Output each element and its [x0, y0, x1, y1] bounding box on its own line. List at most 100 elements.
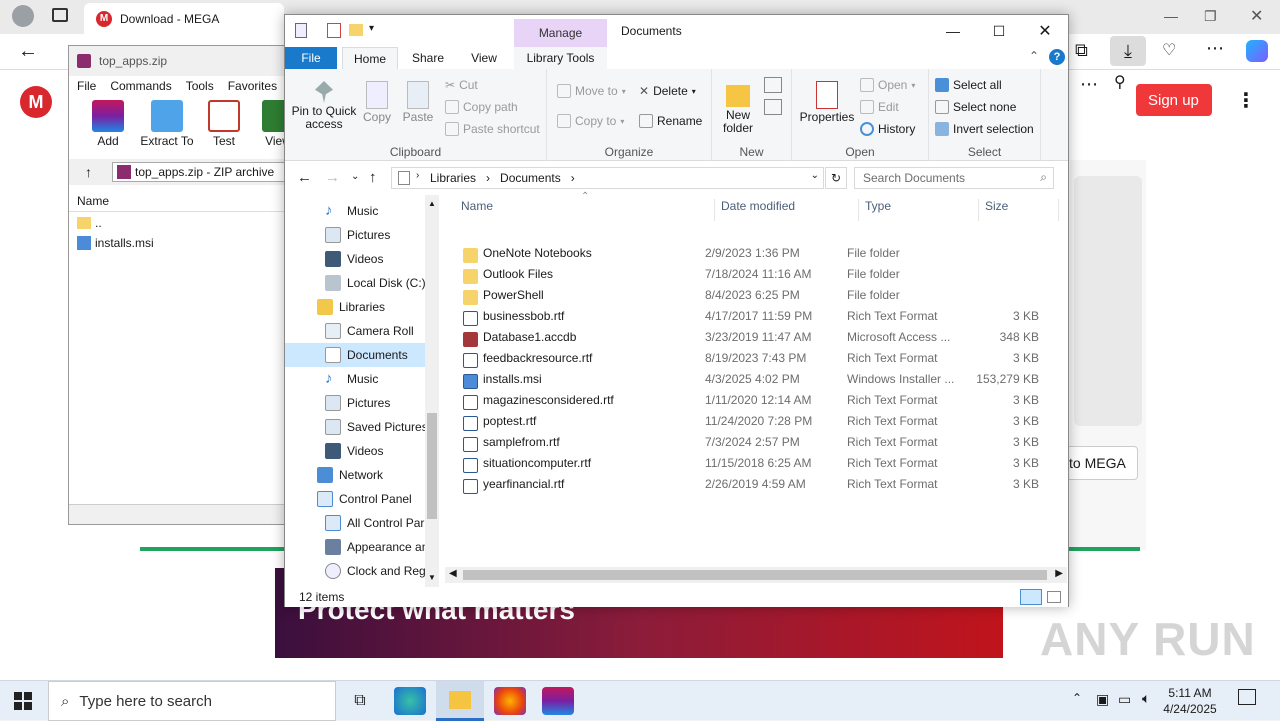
horizontal-scrollbar[interactable]: ◀ ▶ — [445, 567, 1067, 583]
list-item[interactable]: .. — [77, 213, 102, 233]
nav-item-clock-region[interactable]: Clock and Regi — [285, 559, 425, 583]
refresh-icon[interactable]: ↻ — [825, 167, 847, 189]
nav-item-saved-pictures[interactable]: Saved Pictures — [285, 415, 425, 439]
collapse-ribbon-icon[interactable]: ⌃ — [1029, 49, 1039, 63]
winrar-column-name[interactable]: Name — [69, 190, 297, 212]
browser-essentials-icon[interactable]: ♡ — [1162, 40, 1176, 60]
table-row[interactable]: Outlook Files 7/18/2024 11:16 AM File fold… — [443, 263, 1063, 284]
copy-path-button[interactable]: Copy path — [445, 97, 518, 117]
scroll-up-icon[interactable]: ▲ — [428, 199, 436, 208]
table-row[interactable]: samplefrom.rtf 7/3/2024 2:57 PM Rich Text … — [443, 431, 1063, 452]
copy-to-button[interactable]: Copy to ▾ — [557, 111, 624, 131]
tab-actions-icon[interactable] — [52, 8, 68, 22]
signup-button[interactable]: Sign up — [1136, 84, 1212, 116]
nav-item-pictures[interactable]: Pictures — [285, 223, 425, 247]
select-all-button[interactable]: Select all — [935, 75, 1002, 95]
profile-avatar[interactable] — [12, 5, 34, 27]
search-input[interactable]: Search Documents ⌕ — [854, 167, 1054, 189]
nav-item-all-control-panel[interactable]: All Control Par — [285, 511, 425, 535]
nav-item-pictures-lib[interactable]: Pictures — [285, 391, 425, 415]
tab-home[interactable]: Home — [342, 47, 398, 69]
minimize-button[interactable]: — — [930, 15, 976, 47]
network-tray-icon[interactable]: ▭ — [1118, 691, 1131, 708]
tab-library-tools[interactable]: Library Tools — [514, 47, 607, 69]
task-view-icon[interactable]: ⧉ — [344, 687, 376, 715]
browser-tab-mega[interactable]: M Download - MEGA — [84, 3, 284, 34]
properties-button[interactable]: Properties — [798, 77, 856, 124]
column-date-modified[interactable]: Date modified — [715, 199, 859, 221]
file-explorer-taskbar-icon[interactable] — [436, 681, 484, 721]
up-button[interactable]: ↑ — [369, 169, 377, 186]
table-row[interactable]: magazinesconsidered.rtf 1/11/2020 12:14 A… — [443, 389, 1063, 410]
browser-restore-button[interactable]: ❐ — [1204, 8, 1217, 25]
cut-button[interactable]: ✂ Cut — [445, 75, 478, 95]
table-row[interactable]: feedbackresource.rtf 8/19/2023 7:43 PM Ric… — [443, 347, 1063, 368]
select-none-button[interactable]: Select none — [935, 97, 1016, 117]
nav-item-appearance[interactable]: Appearance an — [285, 535, 425, 559]
pin-quick-access-button[interactable]: Pin to Quick access — [289, 77, 359, 131]
scroll-down-icon[interactable]: ▼ — [428, 573, 436, 582]
manage-tab[interactable]: Manage — [514, 19, 607, 47]
checklist-qat-icon[interactable] — [327, 23, 341, 38]
browser-minimize-button[interactable]: — — [1164, 8, 1178, 24]
qat-dropdown-icon[interactable]: ▾ — [369, 23, 374, 34]
windows-start-icon[interactable] — [14, 692, 32, 710]
address-bar[interactable]: › Libraries › Documents › ⌄ — [391, 167, 824, 189]
column-type[interactable]: Type — [859, 199, 979, 221]
more-menu-icon[interactable]: ⋯ — [1206, 38, 1224, 59]
close-button[interactable]: ✕ — [1022, 15, 1068, 47]
nav-item-music-lib[interactable]: ♪ Music — [285, 367, 425, 391]
forward-button[interactable]: → — [325, 169, 340, 186]
move-to-button[interactable]: Move to ▾ — [557, 81, 626, 101]
history-button[interactable]: History — [860, 119, 915, 139]
column-size[interactable]: Size — [979, 199, 1059, 221]
nav-item-network[interactable]: Network — [285, 463, 425, 487]
list-item[interactable]: installs.msi — [77, 233, 154, 253]
new-folder-button[interactable]: New folder — [716, 77, 760, 135]
page-more-icon[interactable]: ⋯ — [1080, 74, 1098, 95]
nav-scrollbar[interactable]: ▲ ▼ — [425, 195, 439, 587]
tab-file[interactable]: File — [285, 47, 337, 69]
details-view-icon[interactable] — [1020, 589, 1042, 605]
browser-close-button[interactable]: ✕ — [1250, 6, 1263, 26]
recent-locations-icon[interactable]: ⌄ — [351, 171, 359, 182]
tab-view[interactable]: View — [459, 47, 509, 69]
new-folder-qat-icon[interactable] — [349, 24, 363, 36]
winrar-add-button[interactable]: Add — [83, 100, 133, 148]
invert-selection-button[interactable]: Invert selection — [935, 119, 1034, 139]
table-row[interactable]: poptest.rtf 11/24/2020 7:28 PM Rich Text F… — [443, 410, 1063, 431]
downloads-icon[interactable]: ⤓ — [1110, 36, 1146, 66]
address-dropdown-icon[interactable]: ⌄ — [811, 170, 819, 181]
winrar-path-field[interactable]: top_apps.zip - ZIP archive — [112, 162, 297, 182]
copilot-icon[interactable] — [1246, 40, 1268, 62]
firefox-icon[interactable] — [494, 687, 526, 715]
edge-browser-icon[interactable] — [394, 687, 426, 715]
show-hidden-icons-icon[interactable]: ⌃ — [1072, 691, 1082, 705]
taskbar-clock[interactable]: 5:11 AM 4/24/2025 — [1150, 685, 1230, 717]
paste-button[interactable]: Paste — [399, 77, 437, 124]
winrar-extract-button[interactable]: Extract To — [139, 100, 195, 148]
nav-item-local-disk[interactable]: Local Disk (C:) — [285, 271, 425, 295]
easy-access-icon[interactable] — [764, 99, 782, 115]
winrar-menu-tools[interactable]: Tools — [186, 79, 214, 93]
up-arrow-icon[interactable]: ↑ — [85, 164, 92, 180]
winrar-menu-file[interactable]: File — [77, 79, 96, 93]
taskbar-search-input[interactable]: ⌕ Type here to search — [48, 681, 336, 721]
scroll-left-icon[interactable]: ◀ — [449, 568, 457, 579]
collections-icon[interactable]: ⧉ — [1075, 40, 1088, 61]
nav-item-libraries[interactable]: Libraries — [285, 295, 425, 319]
table-row[interactable]: installs.msi 4/3/2025 4:02 PM Windows Inst… — [443, 368, 1063, 389]
delete-button[interactable]: ✕ Delete ▾ — [639, 81, 696, 101]
breadcrumb-libraries[interactable]: Libraries — [430, 171, 476, 185]
back-arrow-icon[interactable]: ← — [18, 40, 38, 63]
column-name[interactable]: Name — [443, 199, 715, 221]
breadcrumb-documents[interactable]: Documents — [500, 171, 561, 185]
winrar-menu-commands[interactable]: Commands — [110, 79, 171, 93]
rename-button[interactable]: Rename — [639, 111, 702, 131]
table-row[interactable]: Database1.accdb 3/23/2019 11:47 AM Microso… — [443, 326, 1063, 347]
back-button[interactable]: ← — [297, 169, 312, 186]
nav-item-music[interactable]: ♪ Music — [285, 199, 425, 223]
table-row[interactable]: yearfinancial.rtf 2/26/2019 4:59 AM Rich T… — [443, 473, 1063, 494]
open-button[interactable]: Open ▾ — [860, 75, 915, 95]
table-row[interactable]: OneNote Notebooks 2/9/2023 1:36 PM File fo… — [443, 242, 1063, 263]
